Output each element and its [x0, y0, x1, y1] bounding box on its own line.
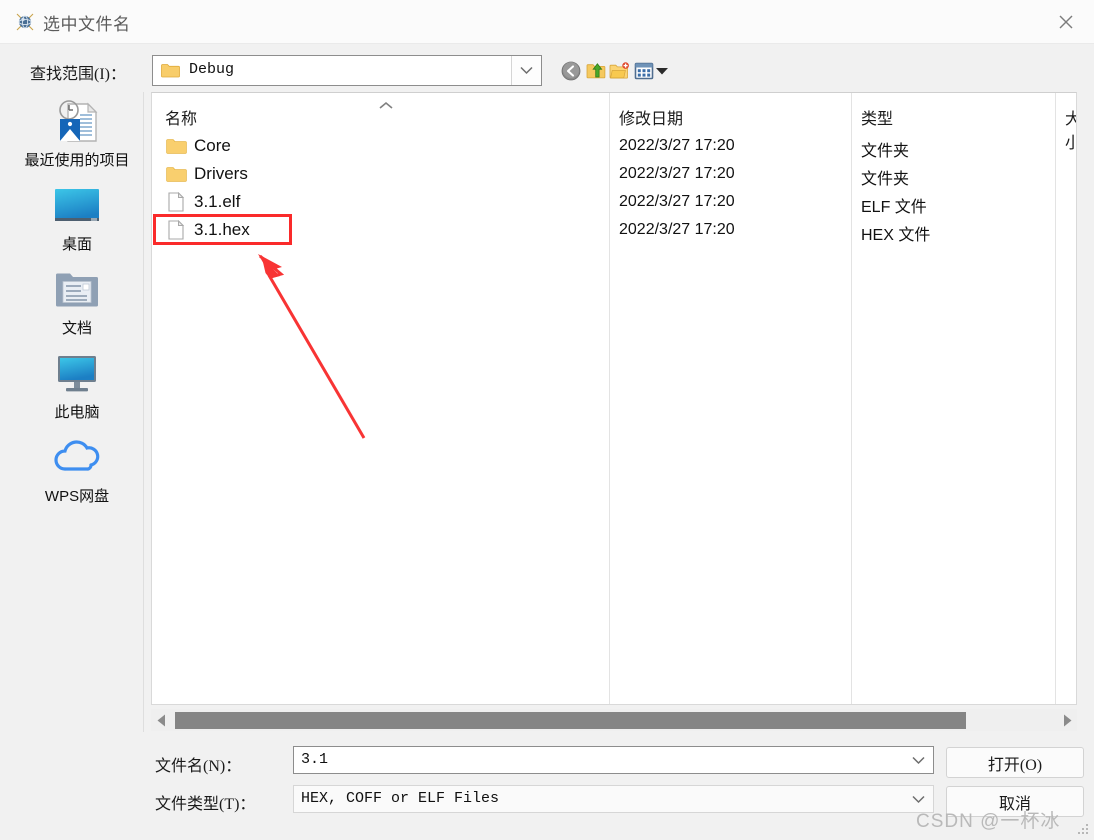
table-row[interactable]: 3.1.hex 2022/3/27 17:20 HEX 文件 — [152, 217, 1076, 245]
views-dropdown-button[interactable] — [653, 58, 671, 84]
chevron-down-icon — [656, 68, 668, 75]
desktop-icon — [10, 180, 144, 232]
horizontal-scrollbar[interactable] — [151, 709, 1077, 731]
file-date-cell: 2022/3/27 17:20 — [619, 165, 735, 182]
file-open-dialog: 选中文件名 查找范围(I)： Debug 最近使用的项目 桌面 文档 此电脑 W… — [0, 0, 1094, 840]
file-name-text: Drivers — [194, 164, 248, 183]
sidebar-item-label: WPS网盘 — [44, 488, 110, 505]
back-button[interactable] — [558, 58, 584, 84]
file-type-value: HEX, COFF or ELF Files — [301, 790, 500, 807]
resize-grip[interactable] — [1078, 824, 1090, 836]
back-icon — [561, 61, 581, 81]
file-name-input[interactable]: 3.1 — [293, 746, 934, 774]
look-in-combobox[interactable]: Debug — [152, 55, 542, 86]
column-header-date[interactable]: 修改日期 — [619, 105, 683, 129]
sidebar-item-this-pc[interactable]: 此电脑 — [10, 348, 144, 422]
sort-ascending-icon — [378, 98, 394, 109]
file-name-text: 3.1.hex — [194, 220, 250, 239]
close-button[interactable] — [1038, 0, 1094, 44]
file-name-cell: 3.1.elf — [165, 192, 240, 212]
file-type-cell: HEX 文件 — [861, 227, 931, 244]
sidebar-item-wps-cloud[interactable]: WPS网盘 — [10, 432, 144, 506]
file-name-text: Core — [194, 136, 231, 155]
chevron-down-icon[interactable] — [511, 56, 541, 85]
file-type-cell: 文件夹 — [861, 171, 910, 188]
triangle-left-icon[interactable] — [154, 712, 168, 728]
sidebar-item-label: 此电脑 — [54, 404, 100, 421]
documents-icon — [10, 264, 144, 316]
close-icon — [1059, 15, 1073, 29]
sidebar-item-label: 桌面 — [61, 236, 92, 253]
file-type-cell: ELF 文件 — [861, 199, 927, 216]
folder-icon — [165, 164, 187, 184]
triangle-right-icon[interactable] — [1060, 712, 1074, 728]
views-icon — [634, 62, 654, 80]
new-folder-icon — [609, 62, 629, 79]
window-title: 选中文件名 — [43, 15, 131, 34]
table-row[interactable]: Core 2022/3/27 17:20 文件夹 — [152, 133, 1076, 161]
cloud-icon — [10, 432, 144, 484]
file-type-select[interactable]: HEX, COFF or ELF Files — [293, 785, 934, 813]
folder-icon — [165, 136, 187, 156]
recent-items-icon — [10, 96, 144, 148]
column-header-type[interactable]: 类型 — [861, 105, 893, 129]
globe-icon — [14, 11, 36, 33]
sidebar-item-documents[interactable]: 文档 — [10, 264, 144, 338]
file-type-cell: 文件夹 — [861, 143, 910, 160]
look-in-value: Debug — [189, 61, 235, 78]
column-header-name[interactable]: 名称 — [165, 105, 197, 129]
file-type-label: 文件类型(T)： — [155, 796, 256, 813]
file-name-cell: Drivers — [165, 164, 248, 184]
look-in-label: 查找范围(I)： — [30, 66, 126, 83]
file-name-text: 3.1.elf — [194, 192, 241, 211]
file-icon — [165, 192, 187, 212]
file-name-cell: Core — [165, 136, 231, 156]
file-date-cell: 2022/3/27 17:20 — [619, 221, 735, 238]
file-name-label: 文件名(N)： — [155, 758, 242, 775]
sidebar-item-desktop[interactable]: 桌面 — [10, 180, 144, 254]
scrollbar-thumb[interactable] — [175, 712, 966, 729]
sidebar-item-label: 最近使用的项目 — [24, 152, 130, 169]
file-name-cell: 3.1.hex — [165, 220, 250, 240]
file-list-panel[interactable]: 名称 修改日期 类型 大小 Core 2022/3/27 17:20 文件夹 — [151, 92, 1077, 705]
new-folder-button[interactable] — [606, 58, 632, 84]
this-pc-icon — [10, 348, 144, 400]
table-row[interactable]: Drivers 2022/3/27 17:20 文件夹 — [152, 161, 1076, 189]
up-folder-icon — [586, 63, 605, 79]
file-date-cell: 2022/3/27 17:20 — [619, 137, 735, 154]
folder-icon — [161, 63, 180, 78]
file-icon — [165, 220, 187, 240]
places-sidebar: 最近使用的项目 桌面 文档 此电脑 WPS网盘 — [10, 92, 144, 732]
file-name-value: 3.1 — [301, 751, 329, 768]
chevron-down-icon[interactable] — [904, 747, 932, 773]
open-button[interactable]: 打开(O) — [946, 747, 1084, 778]
sidebar-item-recent[interactable]: 最近使用的项目 — [10, 96, 144, 170]
watermark: CSDN @一杯冰 — [916, 811, 1061, 832]
sidebar-item-label: 文档 — [61, 320, 92, 337]
title-bar: 选中文件名 — [0, 0, 1094, 44]
file-date-cell: 2022/3/27 17:20 — [619, 193, 735, 210]
table-row[interactable]: 3.1.elf 2022/3/27 17:20 ELF 文件 — [152, 189, 1076, 217]
